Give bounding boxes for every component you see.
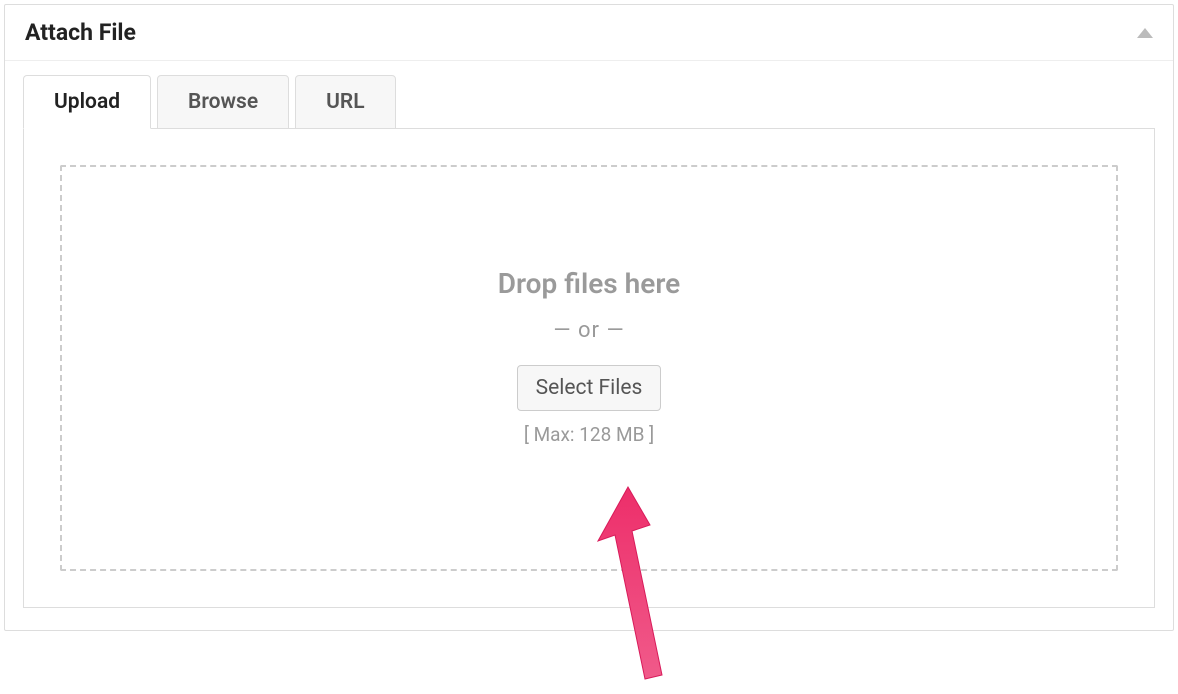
tab-url[interactable]: URL — [295, 75, 395, 129]
panel-title: Attach File — [25, 19, 136, 46]
attach-file-panel: Attach File Upload Browse URL Drop files… — [4, 4, 1174, 631]
panel-body: Upload Browse URL Drop files here — or —… — [5, 61, 1173, 630]
collapse-up-icon[interactable] — [1137, 28, 1153, 38]
tabs-list: Upload Browse URL — [23, 75, 1155, 129]
tab-upload[interactable]: Upload — [23, 75, 151, 129]
max-size-text: [ Max: 128 MB ] — [524, 423, 654, 446]
tab-content-upload: Drop files here — or — Select Files [ Ma… — [23, 128, 1155, 608]
file-dropzone[interactable]: Drop files here — or — Select Files [ Ma… — [60, 165, 1118, 571]
panel-header[interactable]: Attach File — [5, 5, 1173, 61]
drop-files-text: Drop files here — [498, 267, 680, 300]
or-divider-text: — or — — [553, 318, 624, 343]
select-files-button[interactable]: Select Files — [517, 365, 662, 411]
tab-browse[interactable]: Browse — [157, 75, 289, 129]
